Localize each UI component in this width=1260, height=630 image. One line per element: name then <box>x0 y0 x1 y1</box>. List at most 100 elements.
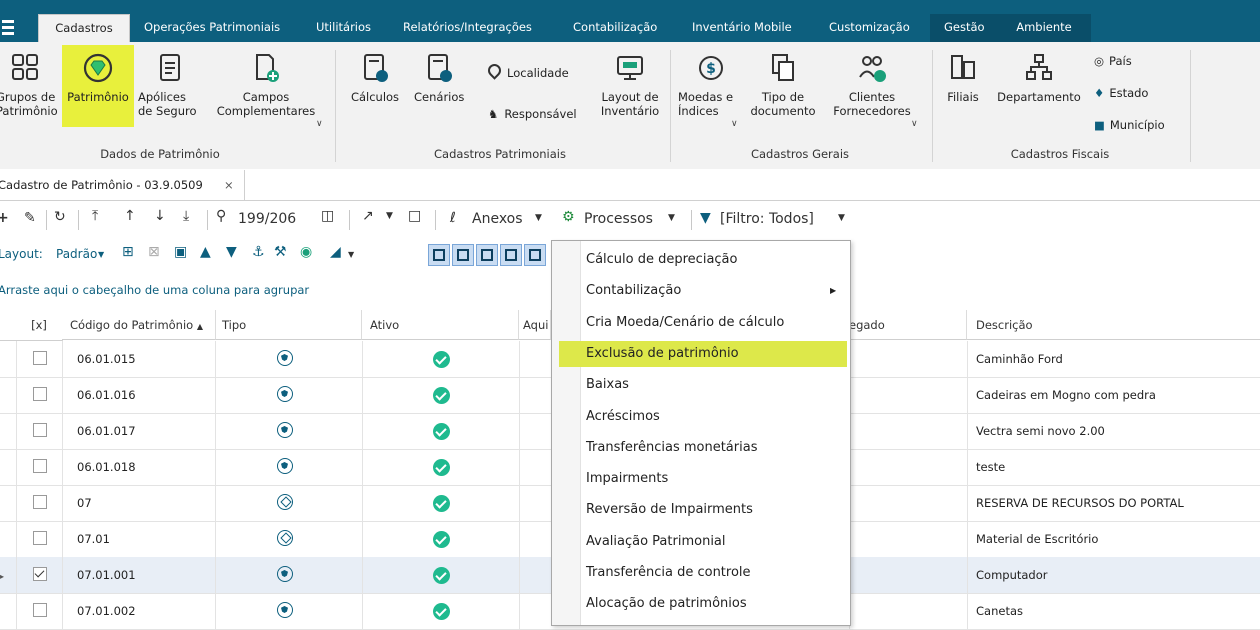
row-checkbox[interactable] <box>33 423 47 437</box>
cell-codigo[interactable]: 07 <box>62 485 216 521</box>
chevron-down-icon[interactable]: ∨ <box>731 119 738 129</box>
row-checkbox[interactable] <box>33 351 47 365</box>
chevron-down-icon[interactable]: ▼ <box>838 213 845 223</box>
campos-complementares-button[interactable]: Campos Complementares <box>208 52 324 118</box>
layout-option-2[interactable] <box>452 244 474 266</box>
cell-codigo[interactable]: 07.01.001 <box>62 557 216 593</box>
last-record-icon[interactable]: ⤓ <box>183 208 189 224</box>
header-tipo[interactable]: Tipo <box>216 310 362 340</box>
paperclip-icon[interactable]: ℓ <box>450 210 456 226</box>
estado-button[interactable]: ♦ Estado <box>1094 84 1148 102</box>
municipio-button[interactable]: ■ Município <box>1094 116 1165 134</box>
row-checkbox[interactable] <box>33 567 47 581</box>
tab-cadastros[interactable]: Cadastros <box>38 14 130 43</box>
close-icon[interactable]: × <box>224 170 234 200</box>
grupos-patrimonio-button[interactable]: Grupos de Patrimônio <box>0 52 58 118</box>
add-column-icon[interactable]: ⊞ <box>122 244 134 260</box>
layout-option-5[interactable] <box>524 244 546 266</box>
pin-icon[interactable]: ⚓ <box>252 244 265 260</box>
tab-inventario-mobile[interactable]: Inventário Mobile <box>692 14 792 42</box>
menu-item[interactable]: Cria Moeda/Cenário de cálculo <box>586 310 784 336</box>
responsavel-button[interactable]: ♞ Responsável <box>488 105 577 123</box>
row-checkbox[interactable] <box>33 387 47 401</box>
menu-item[interactable]: Transferência de controle <box>586 560 751 586</box>
tab-customizacao[interactable]: Customização <box>829 14 910 42</box>
filiais-button[interactable]: Filiais <box>944 52 982 104</box>
layout-inventario-button[interactable]: Layout de Inventário <box>596 52 664 118</box>
header-agregado[interactable]: egado <box>849 310 967 340</box>
chart-icon[interactable]: ◢ <box>330 244 341 260</box>
localidade-button[interactable]: Localidade <box>485 61 569 82</box>
chevron-down-icon[interactable]: ∨ <box>911 119 918 129</box>
filter-icon[interactable]: ▼ <box>700 210 711 226</box>
color-icon[interactable]: ◉ <box>300 244 312 260</box>
chevron-down-icon[interactable]: ▼ <box>348 250 354 259</box>
header-ativo[interactable]: Ativo <box>362 310 519 340</box>
layout-select[interactable]: Padrão <box>56 247 97 261</box>
first-record-icon[interactable]: ⤒ <box>92 208 98 224</box>
cell-codigo[interactable]: 06.01.017 <box>62 413 216 449</box>
chevron-down-icon[interactable]: ▼ <box>668 213 675 223</box>
menu-item[interactable]: Acréscimos <box>586 404 660 430</box>
menu-item[interactable]: Exclusão de patrimônio <box>559 340 847 367</box>
layout-option-4[interactable] <box>500 244 522 266</box>
cell-descricao[interactable]: Caminhão Ford <box>967 341 1260 377</box>
moedas-indices-button[interactable]: $ Moedas e Índices <box>678 52 744 118</box>
departamento-button[interactable]: Departamento <box>994 52 1084 104</box>
cell-descricao[interactable]: Vectra semi novo 2.00 <box>967 413 1260 449</box>
layout-tool-icon[interactable]: ▣ <box>174 244 187 260</box>
chevron-down-icon[interactable]: ▼ <box>535 213 542 223</box>
add-icon[interactable]: + <box>0 210 9 226</box>
calculos-button[interactable]: Cálculos <box>350 52 400 104</box>
remove-column-icon[interactable]: ⊠ <box>148 244 160 260</box>
menu-item[interactable]: Baixas <box>586 372 629 398</box>
row-checkbox[interactable] <box>33 495 47 509</box>
tab-operacoes-patrimoniais[interactable]: Operações Patrimoniais <box>144 14 280 42</box>
edit-icon[interactable]: ✎ <box>24 210 36 226</box>
columns-icon[interactable]: ◫ <box>321 208 334 224</box>
document-tab[interactable]: Cadastro de Patrimônio - 03.9.0509 × <box>0 170 245 200</box>
cell-codigo[interactable]: 06.01.016 <box>62 377 216 413</box>
cell-codigo[interactable]: 06.01.015 <box>62 341 216 377</box>
pais-button[interactable]: ◎ País <box>1094 52 1132 70</box>
menu-item[interactable]: Alocação de patrimônios <box>586 591 747 617</box>
cell-codigo[interactable]: 07.01 <box>62 521 216 557</box>
cell-descricao[interactable]: teste <box>967 449 1260 485</box>
patrimonio-button[interactable]: Patrimônio <box>62 52 134 104</box>
menu-item[interactable]: Contabilização <box>586 278 681 304</box>
menu-item[interactable]: Avaliação Patrimonial <box>586 529 726 555</box>
filter-label[interactable]: [Filtro: Todos] <box>720 211 814 227</box>
cell-descricao[interactable]: RESERVA DE RECURSOS DO PORTAL <box>967 485 1260 521</box>
anexos-button[interactable]: Anexos <box>472 211 523 227</box>
header-aqui[interactable]: Aqui <box>519 310 551 340</box>
document-icon[interactable]: □ <box>408 208 421 224</box>
menu-item[interactable]: Cálculo de depreciação <box>586 247 737 273</box>
cell-descricao[interactable]: Material de Escritório <box>967 521 1260 557</box>
cenarios-button[interactable]: Cenários <box>414 52 464 104</box>
refresh-icon[interactable]: ↻ <box>54 209 66 225</box>
next-record-icon[interactable]: ↓ <box>154 208 166 224</box>
header-check[interactable]: [x] <box>16 310 63 341</box>
layout-option-3[interactable] <box>476 244 498 266</box>
move-up-icon[interactable]: ▲ <box>200 244 211 260</box>
clientes-fornecedores-button[interactable]: Clientes Fornecedores <box>826 52 918 118</box>
tipo-documento-button[interactable]: Tipo de documento <box>748 52 818 118</box>
layout-option-1[interactable] <box>428 244 450 266</box>
chevron-down-icon[interactable]: ∨ <box>316 119 323 129</box>
row-checkbox[interactable] <box>33 459 47 473</box>
row-checkbox[interactable] <box>33 531 47 545</box>
chevron-down-icon[interactable]: ▼ <box>98 250 104 259</box>
row-checkbox[interactable] <box>33 603 47 617</box>
previous-record-icon[interactable]: ↑ <box>124 208 136 224</box>
apolices-button[interactable]: Apólices de Seguro <box>138 52 202 118</box>
move-down-icon[interactable]: ▼ <box>226 244 237 260</box>
header-descricao[interactable]: Descrição <box>967 310 1260 340</box>
cell-descricao[interactable]: Computador <box>967 557 1260 593</box>
tab-relatorios-integracoes[interactable]: Relatórios/Integrações <box>403 14 532 42</box>
tab-gestao[interactable]: Gestão Ambiente <box>930 14 1091 42</box>
menu-item[interactable]: Impairments <box>586 466 668 492</box>
tab-contabilizacao[interactable]: Contabilização <box>573 14 657 42</box>
app-menu-icon[interactable] <box>0 16 18 38</box>
search-icon[interactable]: ⚲ <box>216 208 226 224</box>
cell-codigo[interactable]: 06.01.018 <box>62 449 216 485</box>
